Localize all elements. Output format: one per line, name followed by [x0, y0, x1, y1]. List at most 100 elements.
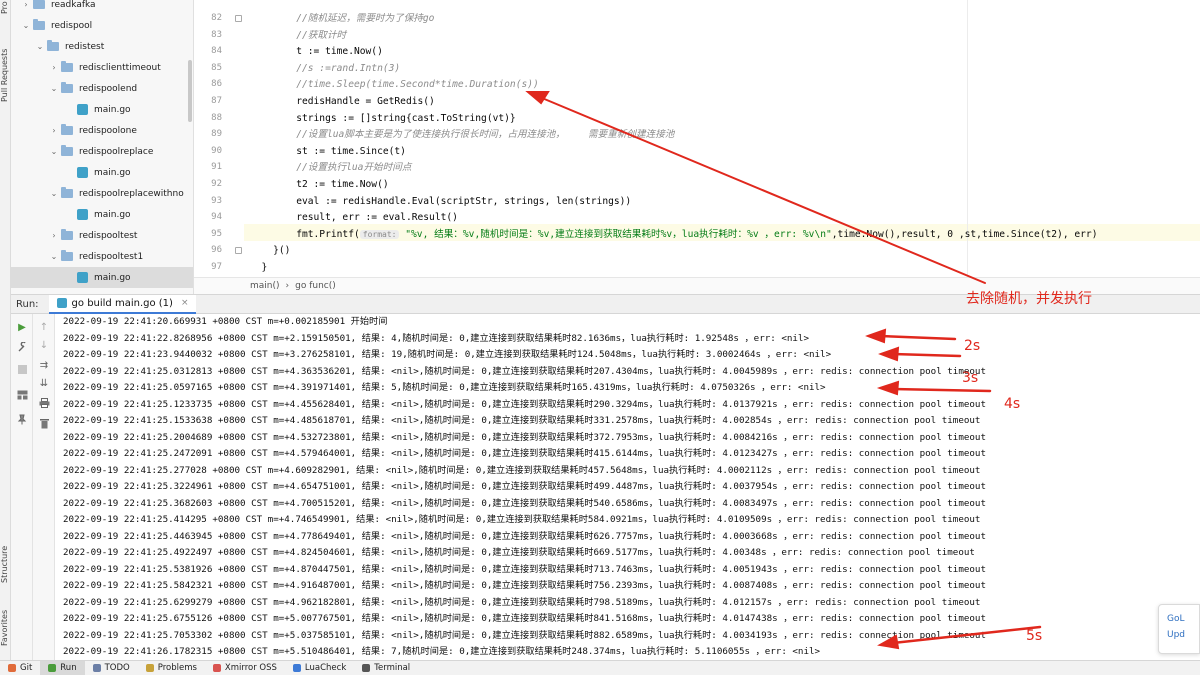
code-line[interactable]: }()	[250, 242, 290, 259]
code-editor[interactable]: 82 83 84 85 86 87 88 89 90 91 92 93 94 95 96 97 //随机延迟，…	[194, 0, 1200, 294]
pin-icon[interactable]	[15, 412, 29, 426]
code-line[interactable]: eval := redisHandle.Eval(scriptStr, stri…	[250, 193, 631, 210]
code-line[interactable]: strings := []string{cast.ToString(vt)}	[250, 110, 516, 127]
bottom-tab-git[interactable]: Git	[0, 661, 40, 675]
tree-item-file[interactable]: main.go	[11, 204, 193, 225]
console-line: 2022-09-19 22:41:22.8268956 +0800 CST m=…	[63, 332, 809, 344]
chevron-right-icon[interactable]: ›	[21, 0, 31, 9]
tree-item-folder[interactable]: ⌄ redispool	[11, 15, 193, 36]
tree-item-folder[interactable]: › redisclienttimeout	[11, 57, 193, 78]
console-line: 2022-09-19 22:41:20.669931 +0800 CST m=+…	[63, 316, 388, 327]
code-comment-line[interactable]: //设置执行lua开始时间点	[250, 159, 411, 176]
breadcrumb-go-func[interactable]: go func()	[295, 281, 336, 291]
run-tab-label: go build main.go (1)	[71, 297, 173, 309]
tree-item-folder[interactable]: ⌄ redispoolreplace	[11, 141, 193, 162]
tree-item-folder[interactable]: ⌄ redistest	[11, 36, 193, 57]
arrow-up-icon[interactable]: ↑	[37, 320, 51, 334]
tree-item-folder[interactable]: › redispoolone	[11, 120, 193, 141]
run-toolbar-primary: ▶	[11, 314, 33, 660]
trash-icon[interactable]	[37, 416, 51, 430]
chevron-right-icon[interactable]: ›	[49, 126, 59, 135]
code-comment-line[interactable]: //设置lua脚本主要是为了使连接执行很长时间，占用连接池， 需要重新创建连接池	[250, 126, 674, 143]
code-text: st := time.Since(t)	[250, 145, 406, 157]
tree-scrollbar[interactable]	[188, 60, 192, 122]
tree-item-label: redispoolend	[79, 83, 138, 94]
structure-tool-tab[interactable]: Structure	[0, 535, 11, 583]
print-icon[interactable]	[37, 396, 51, 410]
chevron-down-icon[interactable]: ⌄	[21, 21, 31, 30]
breadcrumb-main[interactable]: main()	[250, 281, 280, 291]
bottom-tool-bar: Git Run TODO Problems Xmirror OSS LuaCheck Ter…	[0, 660, 1200, 675]
code-comment-line[interactable]: //time.Sleep(time.Second*time.Duration(s…	[250, 76, 539, 93]
fold-marker-icon[interactable]	[235, 15, 242, 22]
chevron-down-icon[interactable]: ⌄	[35, 42, 45, 51]
bottom-tab-todo[interactable]: TODO	[85, 661, 138, 675]
bottom-tab-label: Problems	[157, 663, 197, 673]
tree-item-label: redisclienttimeout	[79, 62, 161, 73]
code-comment-line[interactable]: //获取计时	[250, 27, 346, 44]
chevron-down-icon[interactable]: ⌄	[49, 252, 59, 261]
run-console-output[interactable]: 2022-09-19 22:41:20.669931 +0800 CST m=+…	[55, 314, 1200, 660]
notification-link[interactable]: Upd	[1167, 627, 1199, 643]
arrow-down-icon[interactable]: ↓	[37, 338, 51, 352]
code-line[interactable]: fmt.Printf(format: "%v, 结果：%v,随机时间是：%v,建…	[250, 226, 1097, 243]
chevron-down-icon[interactable]: ⌄	[49, 189, 59, 198]
code-line[interactable]: result, err := eval.Result()	[250, 209, 458, 226]
bottom-tab-problems[interactable]: Problems	[138, 661, 205, 675]
tree-item-file[interactable]: main.go	[11, 99, 193, 120]
code-line[interactable]: t2 := time.Now()	[250, 176, 388, 193]
favorites-tool-tab[interactable]: Favorites	[0, 600, 11, 646]
console-line: 2022-09-19 22:41:25.4922497 +0800 CST m=…	[63, 547, 975, 558]
chevron-down-icon[interactable]: ⌄	[49, 147, 59, 156]
tree-item-folder[interactable]: ⌄ redispoolend	[11, 78, 193, 99]
console-line: 2022-09-19 22:41:25.6755126 +0800 CST m=…	[63, 613, 986, 624]
scroll-to-end-icon[interactable]: ⇊	[37, 376, 51, 390]
bottom-tab-terminal[interactable]: Terminal	[354, 661, 418, 675]
code-line[interactable]: t := time.Now()	[250, 43, 383, 60]
bottom-tab-run[interactable]: Run	[40, 660, 85, 675]
code-line[interactable]: redisHandle = GetRedis()	[250, 93, 435, 110]
soft-wrap-icon[interactable]: ⇉	[37, 358, 51, 372]
bottom-tab-label: TODO	[104, 663, 130, 673]
annotation-note: 去除随机，并发执行	[966, 291, 1092, 307]
project-tool-tab[interactable]: Pro	[0, 0, 11, 14]
folder-icon	[61, 82, 73, 93]
tree-item-folder[interactable]: › redispooltest	[11, 225, 193, 246]
wrench-icon[interactable]	[15, 340, 29, 354]
bottom-tab-xmirror-oss[interactable]: Xmirror OSS	[205, 661, 285, 675]
tree-item-folder[interactable]: ⌄ redispoolreplacewithno	[11, 183, 193, 204]
go-file-icon	[77, 104, 88, 115]
code-line[interactable]: }	[250, 259, 268, 276]
layout-icon[interactable]	[15, 388, 29, 402]
code-comment-line[interactable]: //随机延迟，需要时为了保持go	[250, 10, 434, 27]
bottom-tab-luacheck[interactable]: LuaCheck	[285, 661, 354, 675]
close-icon[interactable]: ×	[181, 298, 189, 308]
code-comment-line[interactable]: //s :=rand.Intn(3)	[250, 60, 400, 77]
code-line[interactable]: st := time.Since(t)	[250, 143, 406, 160]
update-notification[interactable]: GoL Upd	[1158, 604, 1200, 654]
tree-item-folder[interactable]: ⌄ redispooltest1	[11, 246, 193, 267]
tree-item-file[interactable]: main.go	[11, 267, 193, 288]
console-line: 2022-09-19 22:41:25.6299279 +0800 CST m=…	[63, 596, 981, 608]
pull-requests-tool-tab[interactable]: Pull Requests	[0, 38, 11, 102]
stop-icon[interactable]	[15, 362, 29, 376]
run-tab-go-build[interactable]: go build main.go (1) ×	[48, 294, 197, 314]
console-line: 2022-09-19 22:41:25.3224961 +0800 CST m=…	[63, 481, 986, 492]
line-number: 97	[211, 262, 222, 272]
fold-marker-icon[interactable]	[235, 247, 242, 255]
tree-item-folder[interactable]: › readkafka	[11, 0, 193, 15]
tree-item-file[interactable]: main.go	[11, 162, 193, 183]
luacheck-icon	[292, 664, 301, 672]
git-icon	[8, 664, 16, 672]
breadcrumb-separator: ›	[285, 281, 290, 291]
problems-icon	[145, 664, 154, 672]
chevron-right-icon[interactable]: ›	[49, 63, 59, 72]
tree-item-label: redispooltest1	[79, 251, 144, 262]
chevron-right-icon[interactable]: ›	[49, 231, 59, 240]
chevron-down-icon[interactable]: ⌄	[49, 84, 59, 93]
folder-icon	[47, 40, 59, 51]
folder-icon	[61, 124, 73, 135]
line-number: 83	[211, 29, 222, 40]
run-panel-label: Run:	[16, 298, 39, 310]
rerun-icon[interactable]: ▶	[15, 320, 29, 334]
